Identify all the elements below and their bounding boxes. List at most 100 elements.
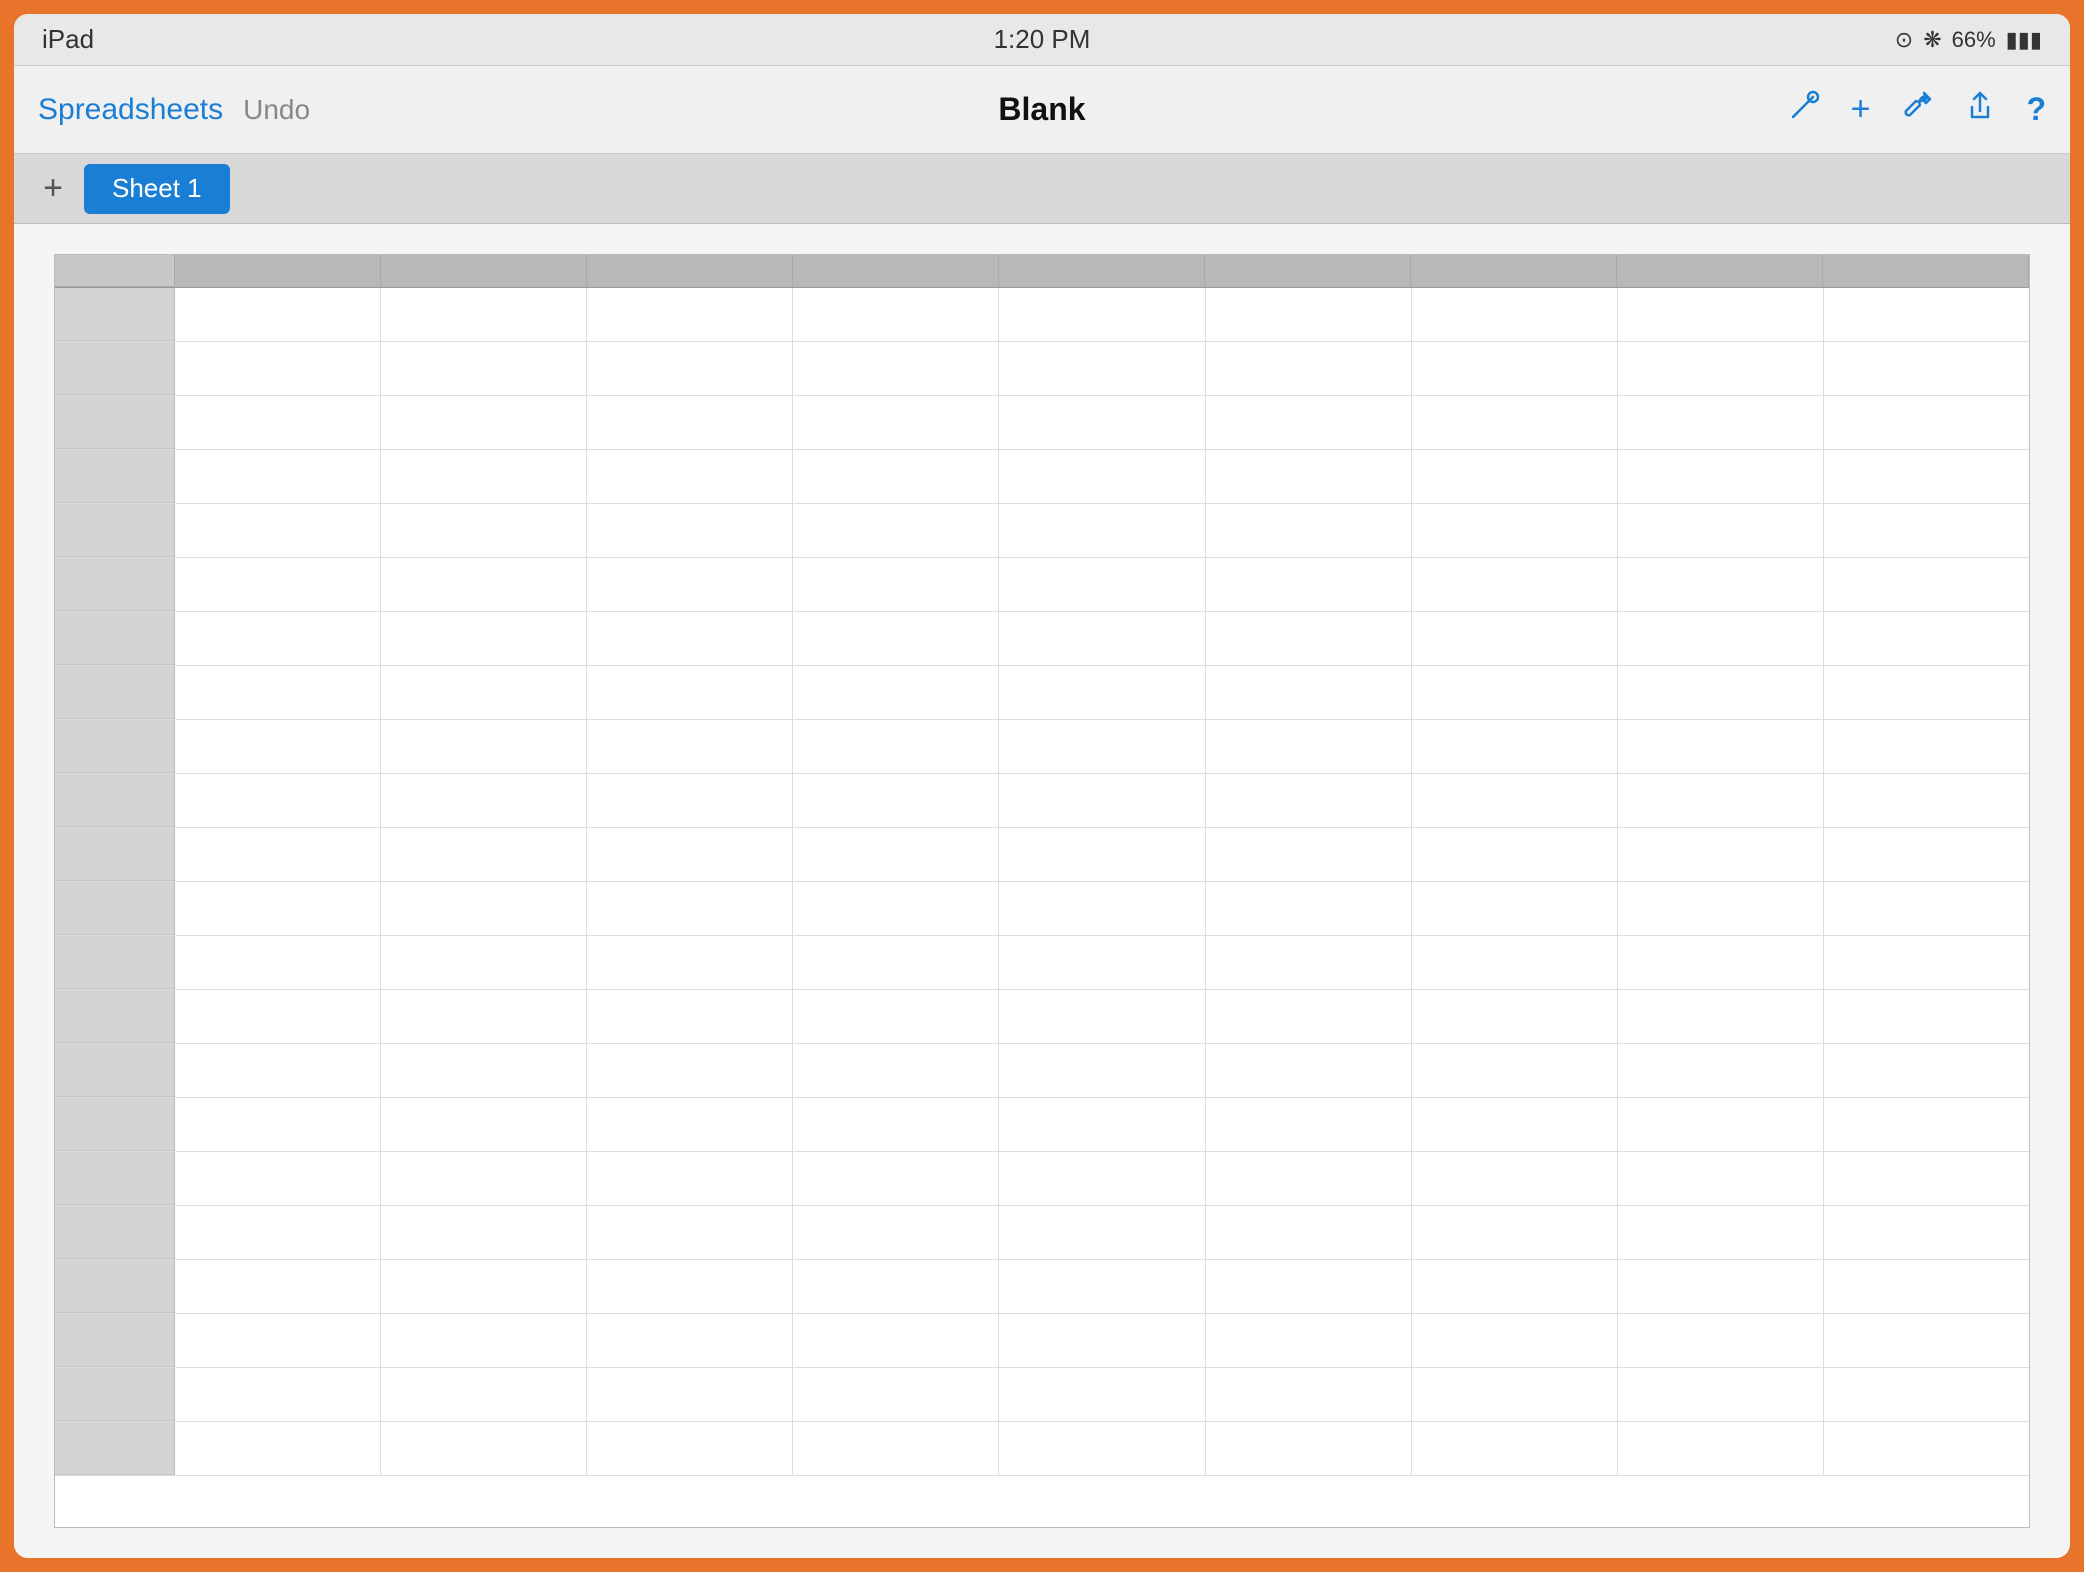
cell-r3-c7[interactable] — [1412, 396, 1618, 449]
cell-r2-c8[interactable] — [1618, 342, 1824, 395]
cell-r14-c7[interactable] — [1412, 990, 1618, 1043]
cell-r4-c1[interactable] — [175, 450, 381, 503]
cell-r15-c8[interactable] — [1618, 1044, 1824, 1097]
cell-r3-c3[interactable] — [587, 396, 793, 449]
cell-r7-c7[interactable] — [1412, 612, 1618, 665]
cell-r6-c8[interactable] — [1618, 558, 1824, 611]
cell-r8-c1[interactable] — [175, 666, 381, 719]
cell-r15-c2[interactable] — [381, 1044, 587, 1097]
cell-r21-c6[interactable] — [1206, 1368, 1412, 1421]
cell-r1-c5[interactable] — [999, 288, 1205, 341]
cell-r10-c2[interactable] — [381, 774, 587, 827]
cell-r1-c9[interactable] — [1824, 288, 2029, 341]
cell-r18-c7[interactable] — [1412, 1206, 1618, 1259]
cell-r2-c6[interactable] — [1206, 342, 1412, 395]
cell-r9-c8[interactable] — [1618, 720, 1824, 773]
back-button[interactable]: Spreadsheets — [38, 93, 223, 127]
cell-r20-c3[interactable] — [587, 1314, 793, 1367]
cell-r14-c2[interactable] — [381, 990, 587, 1043]
cell-r12-c2[interactable] — [381, 882, 587, 935]
cell-r1-c7[interactable] — [1412, 288, 1618, 341]
cell-r5-c6[interactable] — [1206, 504, 1412, 557]
cell-r16-c3[interactable] — [587, 1098, 793, 1151]
cell-r14-c4[interactable] — [793, 990, 999, 1043]
cell-r6-c7[interactable] — [1412, 558, 1618, 611]
cell-r13-c8[interactable] — [1618, 936, 1824, 989]
cell-r5-c4[interactable] — [793, 504, 999, 557]
cell-r10-c5[interactable] — [999, 774, 1205, 827]
cell-r9-c6[interactable] — [1206, 720, 1412, 773]
cell-r12-c9[interactable] — [1824, 882, 2029, 935]
cell-r7-c4[interactable] — [793, 612, 999, 665]
cell-r5-c1[interactable] — [175, 504, 381, 557]
cell-r17-c6[interactable] — [1206, 1152, 1412, 1205]
sheet-tab-1[interactable]: Sheet 1 — [84, 164, 230, 214]
cell-r7-c5[interactable] — [999, 612, 1205, 665]
cell-r2-c7[interactable] — [1412, 342, 1618, 395]
cell-r2-c9[interactable] — [1824, 342, 2029, 395]
cell-r4-c3[interactable] — [587, 450, 793, 503]
col-header-8[interactable] — [1823, 255, 2029, 287]
cell-r4-c5[interactable] — [999, 450, 1205, 503]
cell-r18-c9[interactable] — [1824, 1206, 2029, 1259]
cell-r16-c7[interactable] — [1412, 1098, 1618, 1151]
cell-r20-c6[interactable] — [1206, 1314, 1412, 1367]
cell-r6-c6[interactable] — [1206, 558, 1412, 611]
cell-r13-c5[interactable] — [999, 936, 1205, 989]
cell-r17-c9[interactable] — [1824, 1152, 2029, 1205]
cell-r19-c1[interactable] — [175, 1260, 381, 1313]
cell-r22-c4[interactable] — [793, 1422, 999, 1475]
cell-r9-c9[interactable] — [1824, 720, 2029, 773]
cell-r13-c9[interactable] — [1824, 936, 2029, 989]
col-header-4[interactable] — [999, 255, 1205, 287]
cell-r6-c9[interactable] — [1824, 558, 2029, 611]
cell-r17-c2[interactable] — [381, 1152, 587, 1205]
share-icon[interactable] — [1962, 87, 1998, 132]
help-icon[interactable]: ? — [2026, 91, 2046, 128]
cell-r17-c3[interactable] — [587, 1152, 793, 1205]
col-header-6[interactable] — [1411, 255, 1617, 287]
cell-r8-c7[interactable] — [1412, 666, 1618, 719]
cell-r5-c5[interactable] — [999, 504, 1205, 557]
cell-r7-c3[interactable] — [587, 612, 793, 665]
cell-r18-c8[interactable] — [1618, 1206, 1824, 1259]
cell-r13-c6[interactable] — [1206, 936, 1412, 989]
cell-r20-c8[interactable] — [1618, 1314, 1824, 1367]
cell-r22-c9[interactable] — [1824, 1422, 2029, 1475]
cell-r17-c5[interactable] — [999, 1152, 1205, 1205]
cell-r2-c3[interactable] — [587, 342, 793, 395]
cell-r6-c3[interactable] — [587, 558, 793, 611]
cell-r10-c6[interactable] — [1206, 774, 1412, 827]
cell-r13-c2[interactable] — [381, 936, 587, 989]
cell-r16-c9[interactable] — [1824, 1098, 2029, 1151]
cell-r18-c6[interactable] — [1206, 1206, 1412, 1259]
cell-r18-c4[interactable] — [793, 1206, 999, 1259]
cell-r18-c5[interactable] — [999, 1206, 1205, 1259]
cell-r10-c7[interactable] — [1412, 774, 1618, 827]
cell-r14-c6[interactable] — [1206, 990, 1412, 1043]
cell-r4-c7[interactable] — [1412, 450, 1618, 503]
cell-r12-c6[interactable] — [1206, 882, 1412, 935]
cell-r21-c1[interactable] — [175, 1368, 381, 1421]
cell-r7-c9[interactable] — [1824, 612, 2029, 665]
cell-r8-c9[interactable] — [1824, 666, 2029, 719]
cell-r2-c4[interactable] — [793, 342, 999, 395]
cell-r12-c5[interactable] — [999, 882, 1205, 935]
cell-r13-c4[interactable] — [793, 936, 999, 989]
cell-r4-c8[interactable] — [1618, 450, 1824, 503]
cell-r22-c1[interactable] — [175, 1422, 381, 1475]
cell-r2-c2[interactable] — [381, 342, 587, 395]
cell-r15-c5[interactable] — [999, 1044, 1205, 1097]
cell-r19-c5[interactable] — [999, 1260, 1205, 1313]
col-header-5[interactable] — [1205, 255, 1411, 287]
cell-r5-c3[interactable] — [587, 504, 793, 557]
cell-r14-c1[interactable] — [175, 990, 381, 1043]
cell-r4-c2[interactable] — [381, 450, 587, 503]
cell-r21-c4[interactable] — [793, 1368, 999, 1421]
cell-r21-c2[interactable] — [381, 1368, 587, 1421]
cell-r17-c1[interactable] — [175, 1152, 381, 1205]
cell-r9-c2[interactable] — [381, 720, 587, 773]
cell-r19-c2[interactable] — [381, 1260, 587, 1313]
cell-r5-c2[interactable] — [381, 504, 587, 557]
cell-r20-c2[interactable] — [381, 1314, 587, 1367]
